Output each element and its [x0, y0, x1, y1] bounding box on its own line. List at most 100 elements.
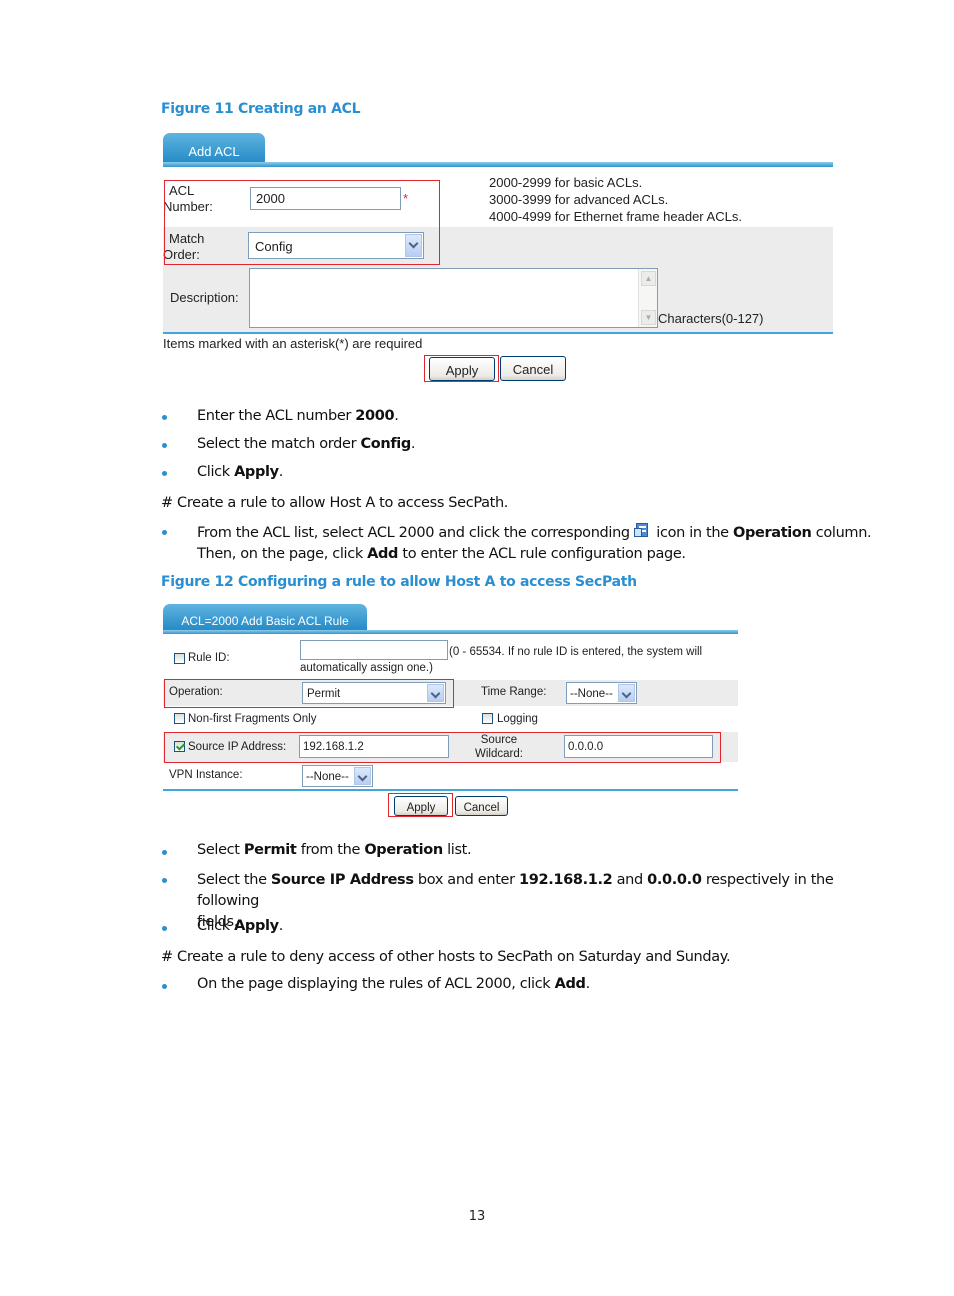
step-line-1: From the ACL list, select ACL 2000 and c… — [197, 522, 877, 544]
step-click-add: On the page displaying the rules of ACL … — [197, 976, 590, 992]
scroll-down-icon[interactable]: ▼ — [641, 310, 656, 325]
form-bottom-line — [163, 789, 738, 791]
rule-id-hint-2: automatically assign one.) — [300, 662, 433, 674]
add-rule-form: ACL=2000 Add Basic ACL Rule Rule ID: (0 … — [163, 604, 738, 819]
vpn-instance-select[interactable]: --None-- — [302, 765, 373, 787]
rule-id-input[interactable] — [300, 640, 448, 660]
vpn-instance-label: VPN Instance: — [169, 769, 243, 781]
required-note: Items marked with an asterisk(*) are req… — [163, 336, 423, 351]
step-text: Select — [197, 842, 244, 858]
tab-underline — [163, 162, 833, 167]
step-line-1: Select the Source IP Address box and ent… — [197, 870, 877, 912]
step-click-apply-2: Click Apply. — [197, 918, 283, 934]
step-select-permit: Select Permit from the Operation list. — [197, 842, 472, 858]
step-bold: Apply — [234, 918, 279, 934]
step-bold: Config — [360, 436, 411, 452]
step-text: and — [612, 872, 648, 888]
hint-basic: 2000-2999 for basic ACLs. — [489, 175, 643, 190]
figure-11-caption: Figure 11 Creating an ACL — [161, 101, 361, 117]
non-first-fragments-checkbox[interactable] — [174, 713, 185, 724]
step-bold: Add — [367, 546, 399, 562]
step-text: Enter the ACL number — [197, 408, 356, 424]
tab-underline — [163, 630, 738, 634]
comment-allow-host-a: # Create a rule to allow Host A to acces… — [161, 495, 509, 511]
rule-list-icon — [634, 522, 652, 539]
step-text: . — [410, 436, 416, 452]
figure-12-caption: Figure 12 Configuring a rule to allow Ho… — [161, 574, 637, 590]
scroll-up-icon[interactable]: ▲ — [641, 271, 656, 286]
step-line-2: Then, on the page, click Add to enter th… — [197, 544, 877, 565]
chevron-down-icon[interactable] — [354, 767, 371, 785]
step-text: . — [278, 464, 284, 480]
step-text: On the page displaying the rules of ACL … — [197, 976, 555, 992]
step-enter-acl-number: Enter the ACL number 2000. — [197, 408, 399, 424]
bullet — [162, 530, 167, 535]
step-bold: 0.0.0.0 — [647, 872, 702, 888]
step-text: Then, on the page, click — [197, 546, 368, 562]
bullet — [162, 415, 167, 420]
rule-id-label: Rule ID: — [188, 652, 230, 664]
step-open-acl-rules: From the ACL list, select ACL 2000 and c… — [197, 522, 877, 565]
bullet — [162, 984, 167, 989]
step-line-2: fields. — [197, 914, 239, 930]
tab-add-basic-acl-rule[interactable]: ACL=2000 Add Basic ACL Rule — [163, 604, 367, 633]
step-bold: 2000 — [355, 408, 395, 424]
chevron-down-icon[interactable] — [618, 684, 635, 702]
cancel-button[interactable]: Cancel — [455, 796, 508, 816]
logging-label: Logging — [497, 713, 538, 725]
comment-deny-other-hosts: # Create a rule to deny access of other … — [161, 949, 731, 965]
step-text: box and enter — [413, 872, 519, 888]
step-text: icon in the — [652, 525, 733, 541]
step-text: . — [278, 918, 284, 934]
hint-ethernet: 4000-4999 for Ethernet frame header ACLs… — [489, 209, 742, 224]
step-text: Click — [197, 464, 235, 480]
step-text: Select the — [197, 872, 271, 888]
hint-advanced: 3000-3999 for advanced ACLs. — [489, 192, 669, 207]
description-textarea[interactable]: ▲ ▼ — [249, 268, 658, 328]
step-click-apply: Click Apply. — [197, 464, 283, 480]
time-range-select[interactable]: --None-- — [566, 682, 637, 704]
step-text: from the — [296, 842, 365, 858]
step-source-ip: Select the Source IP Address box and ent… — [197, 870, 877, 933]
description-label: Description: — [170, 290, 239, 305]
form-bottom-line — [163, 332, 833, 334]
rule-id-hint-1: (0 - 65534. If no rule ID is entered, th… — [449, 646, 703, 658]
step-text: Select the match order — [197, 436, 361, 452]
step-bold: 192.168.1.2 — [518, 872, 613, 888]
step-bold: Add — [554, 976, 586, 992]
characters-hint: Characters(0-127) — [658, 311, 764, 326]
time-range-label: Time Range: — [481, 686, 547, 698]
step-text: list. — [442, 842, 472, 858]
step-text: . — [585, 976, 591, 992]
step-bold: Operation — [733, 525, 812, 541]
time-range-value: --None-- — [570, 688, 613, 700]
non-first-fragments-label: Non-first Fragments Only — [188, 713, 317, 725]
operation-highlight — [164, 679, 454, 708]
rule-id-checkbox[interactable] — [174, 653, 185, 664]
bullet — [162, 443, 167, 448]
bullet — [162, 878, 167, 883]
bullet — [162, 850, 167, 855]
source-ip-highlight — [164, 732, 721, 763]
step-text: Click — [197, 918, 235, 934]
step-text: From the ACL list, select ACL 2000 and c… — [197, 525, 635, 541]
bullet — [162, 926, 167, 931]
step-bold: Source IP Address — [270, 872, 414, 888]
add-acl-form: Add ACL ACL Number: 2000 * 2000-2999 for… — [163, 133, 833, 383]
vpn-instance-value: --None-- — [306, 771, 349, 783]
step-text: column. — [811, 525, 872, 541]
apply-highlight — [424, 355, 499, 382]
apply-highlight — [388, 793, 453, 817]
logging-checkbox[interactable] — [482, 713, 493, 724]
highlight-box — [164, 180, 440, 265]
step-select-match-order: Select the match order Config. — [197, 436, 416, 452]
bullet — [162, 471, 167, 476]
page-number: 13 — [468, 1209, 486, 1224]
step-text: to enter the ACL rule configuration page… — [398, 546, 686, 562]
cancel-button[interactable]: Cancel — [500, 356, 566, 381]
step-bold: Permit — [243, 842, 297, 858]
scrollbar[interactable]: ▲ ▼ — [638, 269, 657, 327]
step-bold: Apply — [234, 464, 279, 480]
step-bold: Operation — [364, 842, 443, 858]
step-text: . — [394, 408, 399, 424]
